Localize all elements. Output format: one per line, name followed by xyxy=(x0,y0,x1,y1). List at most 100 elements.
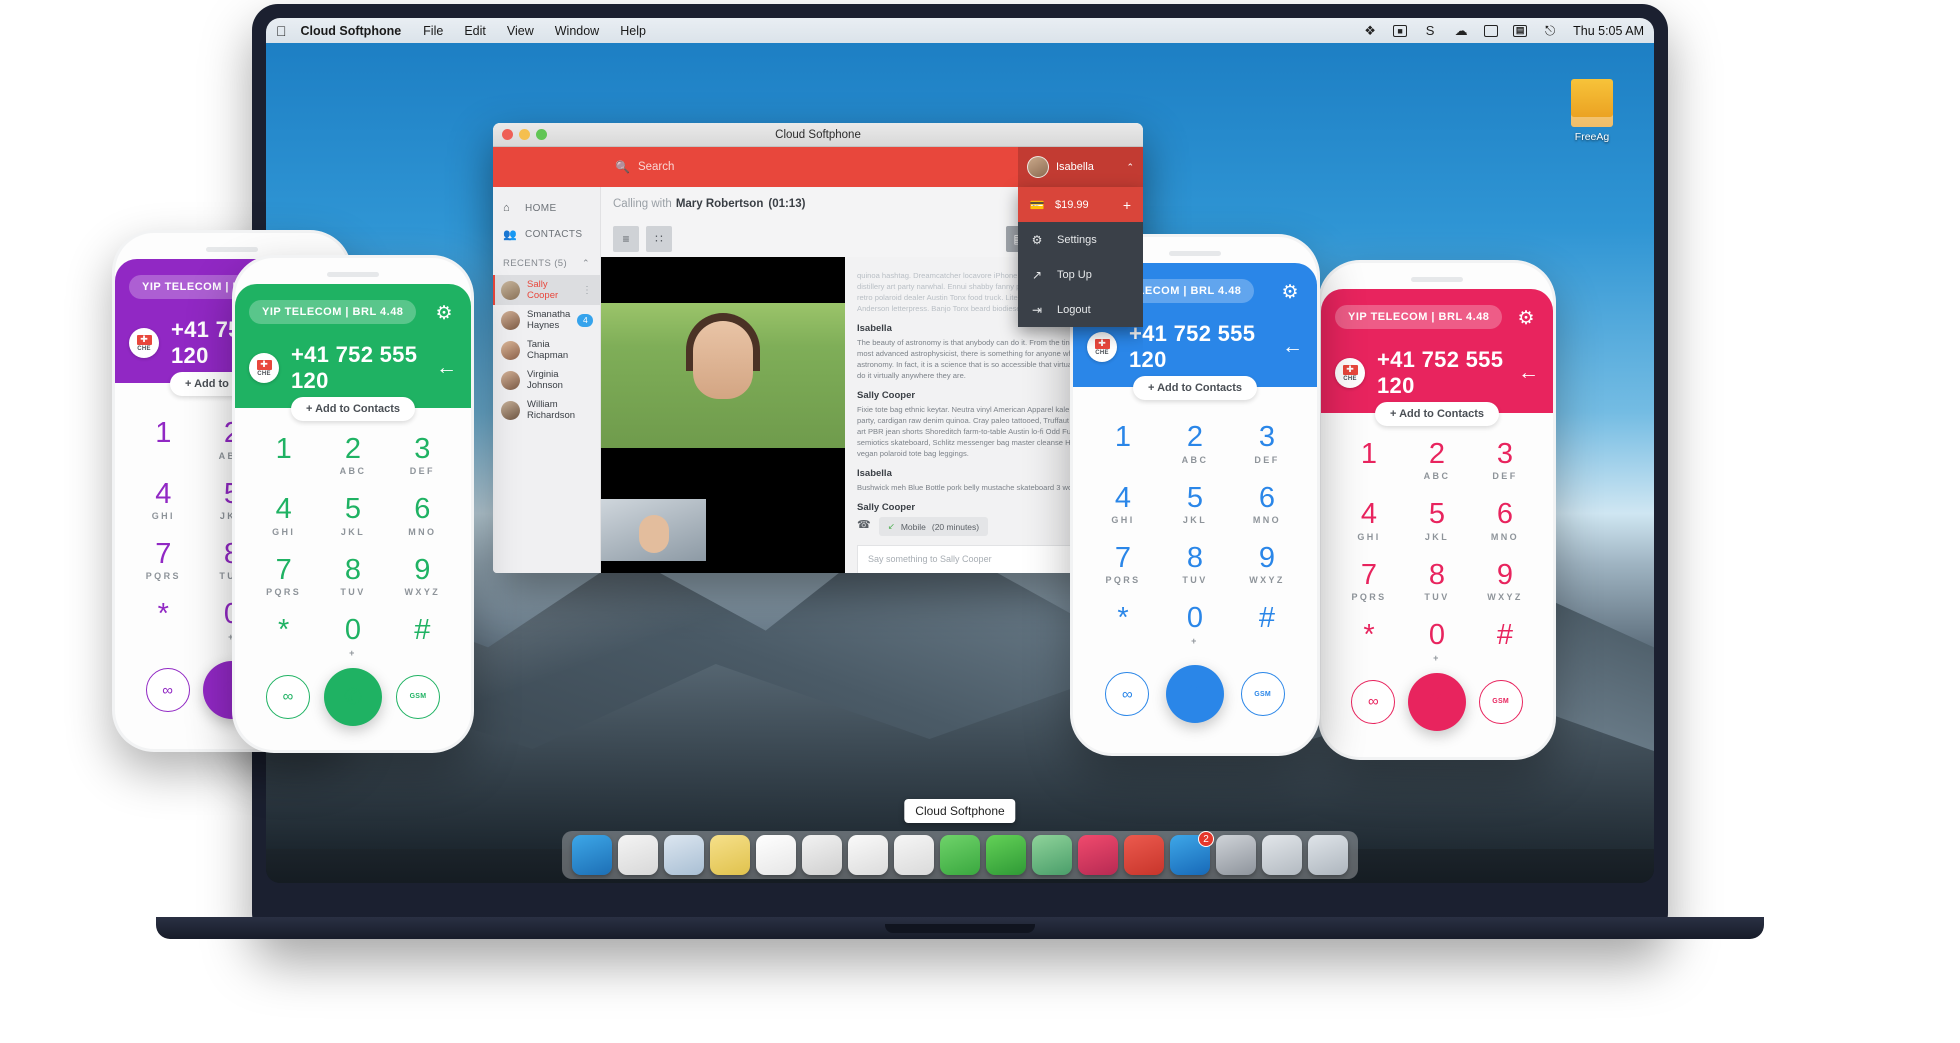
cloud-softphone-icon[interactable] xyxy=(1124,835,1164,875)
key-hash[interactable]: # xyxy=(388,615,457,657)
xcode-icon[interactable] xyxy=(1262,835,1302,875)
dialed-number[interactable]: +41 752 555 120 xyxy=(291,342,424,394)
key-6[interactable]: 6MNO xyxy=(1471,499,1539,542)
gsm-button[interactable]: GSM xyxy=(1240,672,1285,716)
key-3[interactable]: 3DEF xyxy=(388,434,457,477)
key-star[interactable]: * xyxy=(1087,603,1159,645)
key-hash[interactable]: # xyxy=(1231,603,1303,645)
search-input[interactable]: Search xyxy=(638,161,674,173)
calendar-icon[interactable] xyxy=(756,835,796,875)
itunes-icon[interactable] xyxy=(1078,835,1118,875)
key-8[interactable]: 8TUV xyxy=(318,554,387,597)
photos-icon[interactable] xyxy=(894,835,934,875)
input-source-icon[interactable]: ▤ xyxy=(1513,24,1528,37)
key-8[interactable]: 8TUV xyxy=(1159,543,1231,586)
menu-view[interactable]: View xyxy=(507,24,534,38)
key-2[interactable]: 2ABC xyxy=(318,434,387,477)
key-1[interactable]: 1 xyxy=(1087,422,1159,464)
chat-input[interactable]: Say something to Sally Cooper xyxy=(857,545,1092,573)
gsm-button[interactable]: GSM xyxy=(1478,679,1523,724)
local-video-preview[interactable] xyxy=(601,499,706,561)
key-1[interactable]: 1 xyxy=(1335,439,1403,481)
key-1[interactable]: 1 xyxy=(249,434,318,476)
menu-item-top-up[interactable]: ↗ Top Up xyxy=(1018,257,1143,292)
credit-balance-row[interactable]: 💳 $19.99 + xyxy=(1018,187,1143,222)
gear-icon[interactable]: ⚙ xyxy=(1513,305,1539,331)
list-item[interactable]: Tania Chapman xyxy=(493,335,600,365)
key-4[interactable]: 4 GHI xyxy=(129,478,198,521)
skype-icon[interactable]: S xyxy=(1422,23,1438,38)
voicemail-button[interactable]: ∞ xyxy=(1105,672,1150,716)
key-6[interactable]: 6MNO xyxy=(388,494,457,537)
key-star[interactable]: * xyxy=(249,615,318,657)
dialed-number[interactable]: +41 752 555 120 xyxy=(1377,347,1506,399)
key-3[interactable]: 3DEF xyxy=(1471,439,1539,482)
key-0[interactable]: 0+ xyxy=(1403,620,1471,663)
add-to-contacts-button[interactable]: + Add to Contacts xyxy=(1132,376,1258,400)
menubar-app-title[interactable]: Cloud Softphone xyxy=(301,24,402,38)
add-to-contacts-button[interactable]: + Add to Contacts xyxy=(290,397,416,421)
key-2[interactable]: 2ABC xyxy=(1159,422,1231,465)
keypad-button[interactable]: ∷ xyxy=(646,226,672,252)
dialed-number[interactable]: +41 752 555 120 xyxy=(1129,321,1270,373)
dropbox-icon[interactable]: ❖ xyxy=(1362,23,1378,38)
key-star[interactable]: * xyxy=(129,599,198,641)
user-menu-button[interactable]: Isabella ⌃ xyxy=(1018,147,1143,187)
menu-item-logout[interactable]: ⇥ Logout xyxy=(1018,292,1143,327)
back-arrow-icon[interactable]: ← xyxy=(1282,335,1303,359)
list-item[interactable]: William Richardson xyxy=(493,395,600,425)
system-preferences-icon[interactable] xyxy=(1216,835,1256,875)
list-item[interactable]: Sally Cooper ⋮ xyxy=(493,275,600,305)
menu-window[interactable]: Window xyxy=(555,24,599,38)
airplay-icon[interactable] xyxy=(1484,24,1499,37)
key-5[interactable]: 5JKL xyxy=(1159,482,1231,525)
notes-icon[interactable] xyxy=(710,835,750,875)
menu-help[interactable]: Help xyxy=(620,24,646,38)
creative-cloud-icon[interactable]: ☁ xyxy=(1453,23,1469,38)
key-hash[interactable]: # xyxy=(1471,620,1539,662)
app-store-icon[interactable]: 2 xyxy=(1170,831,1214,875)
gear-icon[interactable]: ⚙ xyxy=(431,300,457,326)
eject-icon[interactable]: ⎋ xyxy=(1542,23,1558,38)
add-to-contacts-button[interactable]: + Add to Contacts xyxy=(1374,402,1500,426)
finder-icon[interactable] xyxy=(572,835,612,875)
trash-icon[interactable] xyxy=(1308,835,1348,875)
list-item[interactable]: Virginia Johnson xyxy=(493,365,600,395)
pages-icon[interactable] xyxy=(802,835,842,875)
add-credit-button[interactable]: + xyxy=(1123,197,1131,213)
messages-icon[interactable] xyxy=(940,835,980,875)
key-0[interactable]: 0+ xyxy=(318,615,387,658)
more-options-icon[interactable]: ⋮ xyxy=(582,285,592,296)
key-7[interactable]: 7 PQRS xyxy=(249,554,318,597)
key-1[interactable]: 1 xyxy=(129,418,198,460)
call-button[interactable]: ✆ xyxy=(324,667,382,726)
facetime-icon[interactable] xyxy=(986,835,1026,875)
key-9[interactable]: 9WXYZ xyxy=(388,554,457,597)
key-4[interactable]: 4 GHI xyxy=(249,494,318,537)
recents-section-header[interactable]: RECENTS (5) ⌃ xyxy=(493,251,600,275)
desktop-icon-freeagent[interactable]: FreeAg xyxy=(1558,79,1626,143)
call-button[interactable]: ✆ xyxy=(1407,672,1466,731)
video-call-area[interactable] xyxy=(601,257,845,573)
menubar-clock[interactable]: Thu 5:05 AM xyxy=(1573,24,1644,38)
key-2[interactable]: 2ABC xyxy=(1403,439,1471,482)
sidebar-item-contacts[interactable]: 👥 CONTACTS xyxy=(493,221,600,247)
call-button[interactable]: ✆ xyxy=(1165,665,1224,723)
key-5[interactable]: 5JKL xyxy=(318,494,387,537)
key-3[interactable]: 3DEF xyxy=(1231,422,1303,465)
key-7[interactable]: 7 PQRS xyxy=(129,539,198,582)
list-item[interactable]: Smanatha Haynes 4 xyxy=(493,305,600,335)
key-4[interactable]: 4 GHI xyxy=(1087,482,1159,525)
menu-file[interactable]: File xyxy=(423,24,443,38)
contacts-icon[interactable]: ■ xyxy=(1393,24,1408,37)
voicemail-button[interactable]: ∞ xyxy=(1351,679,1396,724)
gsm-button[interactable]: GSM xyxy=(396,674,440,719)
chrome-icon[interactable] xyxy=(618,835,658,875)
key-7[interactable]: 7 PQRS xyxy=(1087,543,1159,586)
back-arrow-icon[interactable]: ← xyxy=(1518,361,1539,385)
key-7[interactable]: 7 PQRS xyxy=(1335,559,1403,602)
voicemail-button[interactable]: ∞ xyxy=(145,668,190,712)
menu-item-settings[interactable]: ⚙ Settings xyxy=(1018,222,1143,257)
key-star[interactable]: * xyxy=(1335,620,1403,662)
apple-icon[interactable]:  xyxy=(276,23,287,39)
